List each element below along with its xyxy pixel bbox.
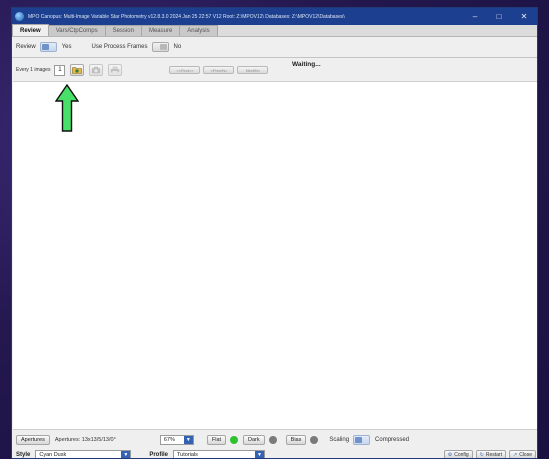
divider xyxy=(12,57,537,58)
camera-button[interactable] xyxy=(89,64,104,76)
style-profile-row: Style Cyan Dusk ▼ Profile Tutorials ▼ ⚙ C… xyxy=(13,449,537,458)
title-bar[interactable]: MPO Canopus: Multi-Image Variable Star P… xyxy=(12,8,537,25)
config-label: Config xyxy=(454,451,469,458)
profile-value: Tutorials xyxy=(177,451,198,458)
bias-status-indicator xyxy=(310,436,319,444)
restart-icon: ↻ xyxy=(479,451,484,458)
maximize-button[interactable]: □ xyxy=(487,8,511,25)
close-window-button[interactable]: ✕ xyxy=(511,8,537,25)
process-frames-value: No xyxy=(173,44,182,50)
app-icon xyxy=(15,12,24,21)
prev-image-button[interactable]: <Prev/N> xyxy=(203,66,235,74)
close-icon: ↗ xyxy=(513,451,518,458)
image-display-area[interactable] xyxy=(13,81,537,430)
restart-button[interactable]: ↻ Restart xyxy=(475,450,506,458)
zoom-value: 67% xyxy=(163,437,175,443)
close-button[interactable]: ↗ Close xyxy=(509,450,536,458)
apertures-text: Apertures: 13x13/5/13/0° xyxy=(54,437,116,443)
tab-measure[interactable]: Measure xyxy=(140,25,181,36)
style-label: Style xyxy=(16,451,31,458)
dark-button[interactable]: Dark xyxy=(243,435,265,445)
print-button[interactable] xyxy=(108,64,123,76)
open-folder-icon xyxy=(72,67,83,74)
config-button[interactable]: ⚙ Config xyxy=(443,450,473,458)
tab-vars-comps[interactable]: Vars/CtpComps xyxy=(47,25,106,36)
app-window: MPO Canopus: Multi-Image Variable Star P… xyxy=(11,7,538,459)
image-toolbar: Every 1 images 1 <<First>> <Prev/N> Next… xyxy=(16,63,269,77)
flat-button[interactable]: Flat xyxy=(206,435,227,445)
tab-review[interactable]: Review xyxy=(12,24,49,36)
process-frames-toggle[interactable] xyxy=(151,42,169,52)
style-select[interactable]: Cyan Dusk ▼ xyxy=(35,449,132,458)
chevron-down-icon: ▼ xyxy=(183,436,193,444)
restart-label: Restart xyxy=(485,451,502,458)
minimize-button[interactable]: – xyxy=(463,8,487,25)
print-icon xyxy=(111,66,120,74)
display-controls-row: Apertures Apertures: 13x13/5/13/0° 67% ▼… xyxy=(16,433,536,447)
profile-label: Profile xyxy=(149,451,169,458)
bias-button[interactable]: Bias xyxy=(285,435,307,445)
open-folder-button[interactable] xyxy=(70,64,85,76)
first-image-button[interactable]: <<First>> xyxy=(169,66,201,74)
every-images-input[interactable]: 1 xyxy=(54,64,66,76)
close-label: Close xyxy=(519,451,532,458)
up-arrow-annotation xyxy=(55,84,79,132)
scaling-value: Compressed xyxy=(375,437,410,443)
camera-icon xyxy=(92,66,101,74)
chevron-down-icon: ▼ xyxy=(121,450,131,458)
chevron-down-icon: ▼ xyxy=(255,450,265,458)
dark-status-indicator xyxy=(268,436,277,444)
profile-select[interactable]: Tutorials ▼ xyxy=(173,449,266,458)
next-image-button[interactable]: Next/N> xyxy=(237,66,269,74)
process-frames-label: Use Process Frames xyxy=(91,44,148,50)
review-toggle[interactable] xyxy=(39,42,57,52)
status-text: Waiting... xyxy=(292,61,321,68)
toggle-knob xyxy=(355,437,363,443)
apertures-button[interactable]: Apertures xyxy=(16,435,50,445)
window-title: MPO Canopus: Multi-Image Variable Star P… xyxy=(28,13,345,20)
review-options-row: Review Yes Use Process Frames No xyxy=(16,41,181,53)
zoom-select[interactable]: 67% ▼ xyxy=(159,435,194,445)
toggle-knob xyxy=(41,44,49,50)
scaling-toggle[interactable] xyxy=(353,435,371,445)
every-images-label: Every 1 images xyxy=(16,67,51,73)
review-label: Review xyxy=(16,44,36,50)
tab-session[interactable]: Session xyxy=(104,25,142,36)
tab-analysis[interactable]: Analysis xyxy=(179,25,218,36)
review-value: Yes xyxy=(61,44,72,50)
tab-bar: Review Vars/CtpComps Session Measure Ana… xyxy=(12,24,537,37)
style-value: Cyan Dusk xyxy=(39,451,67,458)
scaling-label: Scaling xyxy=(329,437,350,443)
toggle-knob xyxy=(159,44,167,50)
flat-status-indicator xyxy=(230,436,239,444)
gear-icon: ⚙ xyxy=(447,451,453,458)
